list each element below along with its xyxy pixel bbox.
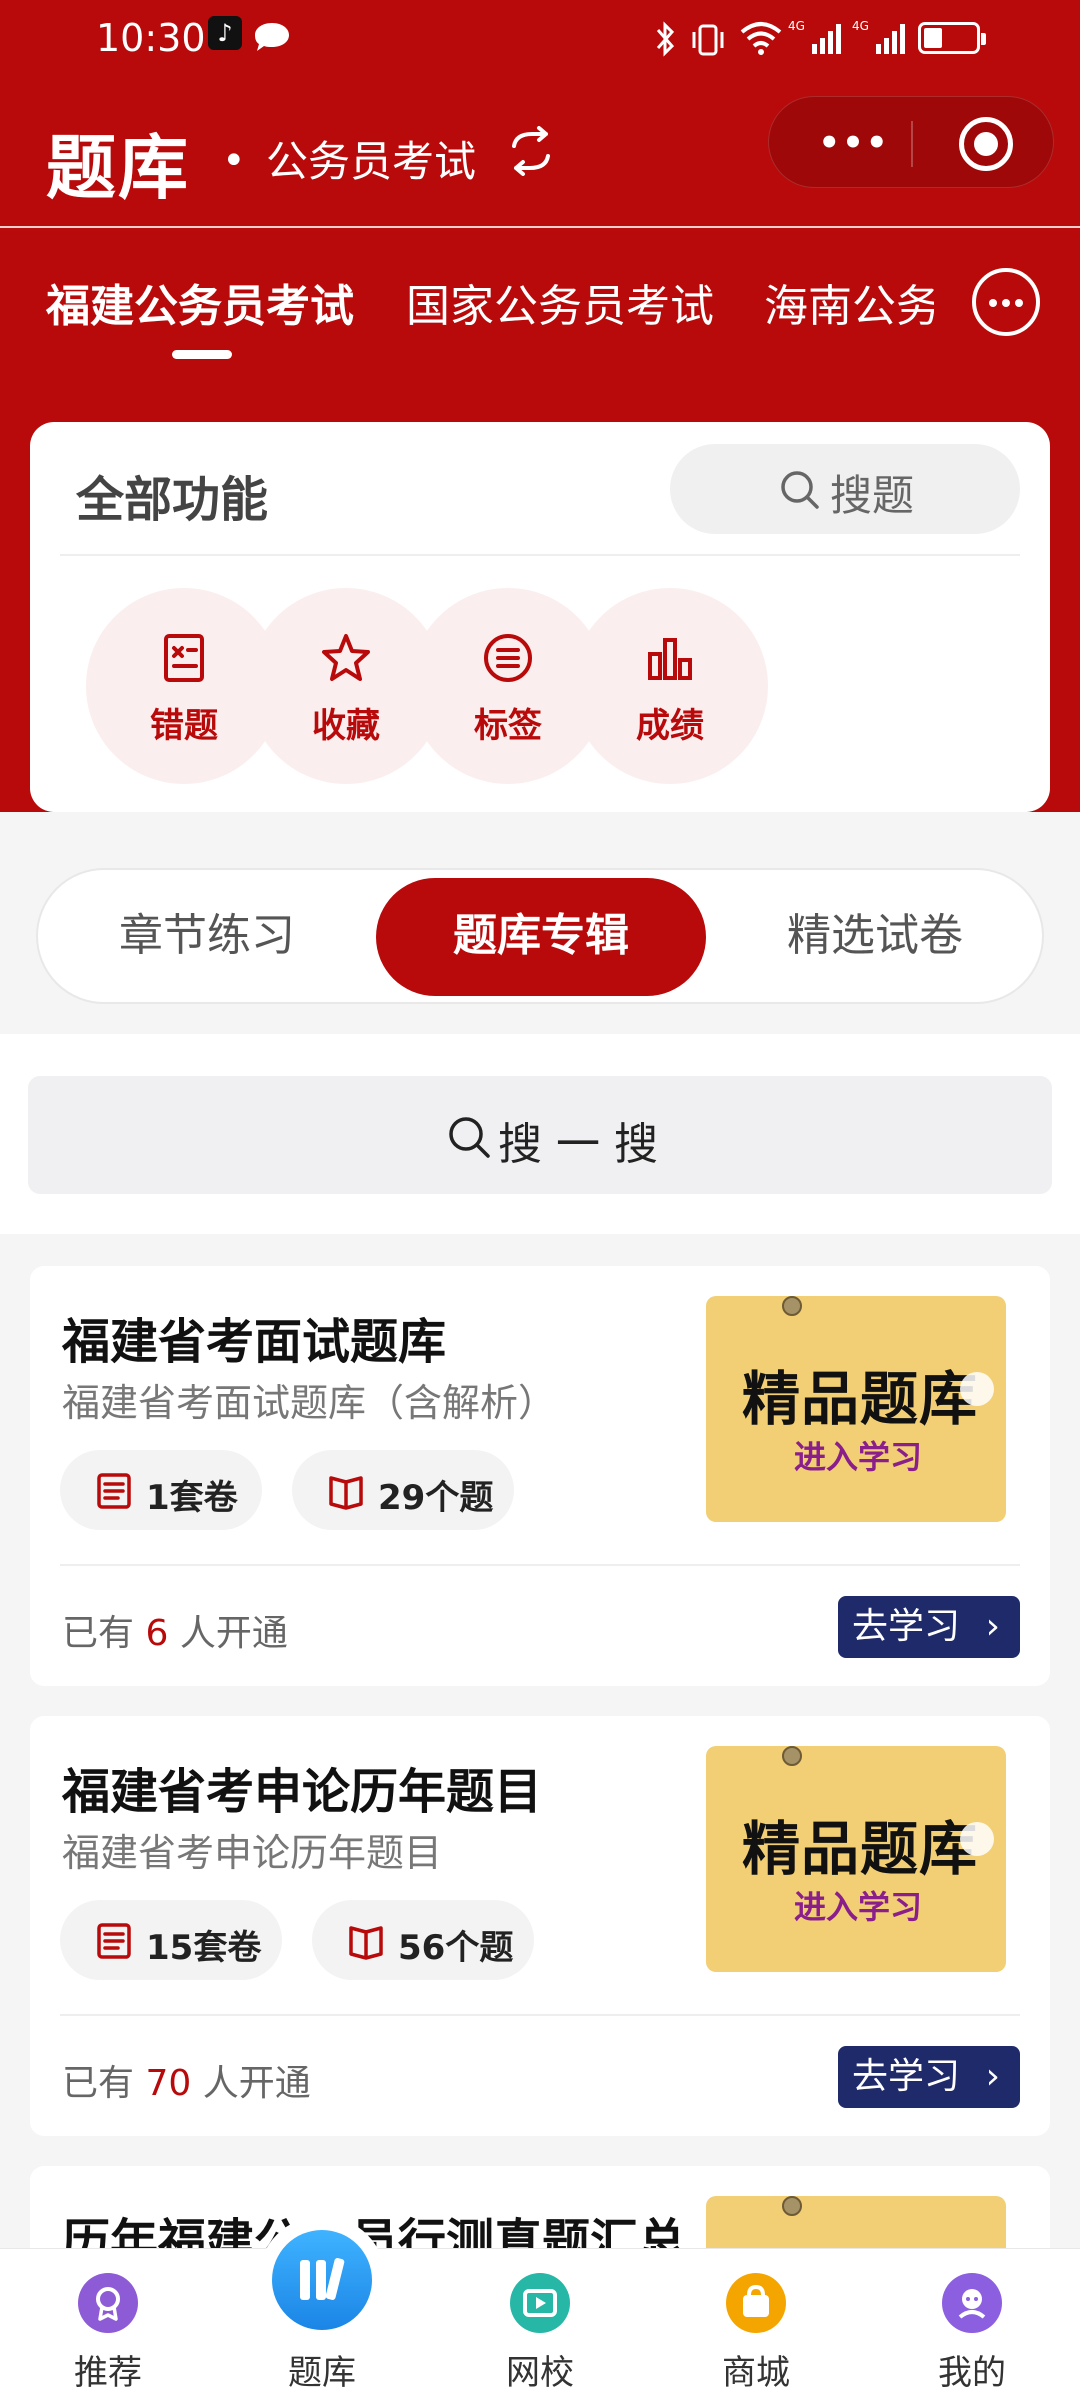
nav-mall[interactable]: 商城	[686, 2249, 826, 2400]
shopping-bag-icon	[726, 2273, 786, 2333]
paper-count-chip: 1套卷	[60, 1450, 262, 1530]
pin-icon	[782, 1296, 802, 1316]
tab-hainan-exam-clip: 海南公务员考试	[764, 260, 934, 340]
question-bank-icon[interactable]	[272, 2230, 372, 2330]
paper-count: 15套卷	[146, 1928, 262, 1968]
card-divider	[60, 1564, 1020, 1566]
header-divider	[0, 226, 1080, 228]
more-tabs-button[interactable]	[972, 268, 1040, 336]
nav-online-school-label: 网校	[506, 2353, 574, 2393]
swirl-icon	[960, 1372, 994, 1406]
course-thumbnail: 精品题库 进入学习	[706, 1296, 1006, 1522]
search-placeholder: 搜一搜	[498, 1119, 672, 1170]
tab-hainan-exam[interactable]: 海南公务员考试	[764, 270, 934, 334]
signal-4g-icon: 4G	[788, 19, 841, 54]
start-learning-button[interactable]: 去学习 ›	[838, 2046, 1020, 2108]
svg-text:4G: 4G	[852, 19, 869, 33]
nav-profile-label: 我的	[938, 2353, 1006, 2393]
card-divider	[60, 2014, 1020, 2016]
question-search-button[interactable]: 搜题	[670, 444, 1020, 534]
functions-title: 全部功能	[76, 472, 269, 528]
bluetooth-icon	[656, 21, 675, 57]
active-tab-indicator	[172, 350, 232, 359]
functions-divider	[60, 554, 1020, 556]
scores-button[interactable]: 成绩	[572, 588, 768, 784]
thumbnail-subtitle: 进入学习	[794, 1438, 923, 1476]
question-count: 29个题	[378, 1478, 494, 1518]
nav-question-bank-label: 题库	[288, 2353, 356, 2393]
pin-icon	[782, 1746, 802, 1766]
title-separator: •	[222, 138, 246, 184]
book-icon	[349, 1926, 383, 1960]
nav-recommend-label: 推荐	[74, 2353, 142, 2393]
start-learning-button[interactable]: 去学习 ›	[838, 1596, 1020, 1658]
status-bar: 10:30 ♪ 4G 4G	[0, 0, 1080, 80]
exam-category-switch[interactable]: 公务员考试	[266, 128, 476, 189]
paper-count-chip: 15套卷	[60, 1900, 282, 1980]
course-title: 福建省考面试题库	[62, 1314, 447, 1370]
all-functions-card: 全部功能 搜题 错题 收藏 标签 成绩	[30, 422, 1050, 812]
bottom-navigation: 推荐 题库 网校 商城 我的	[0, 2248, 1080, 2400]
course-title: 福建省考申论历年题目	[62, 1764, 543, 1820]
star-icon	[322, 634, 370, 681]
thumbnail-title: 精品题库	[742, 1365, 979, 1433]
close-mini-program-button[interactable]	[959, 117, 1013, 171]
paper-icon	[97, 1923, 131, 1959]
course-subtitle: 福建省考申论历年题目	[62, 1831, 443, 1875]
question-count-chip: 29个题	[292, 1450, 514, 1530]
nav-mall-label: 商城	[722, 2353, 790, 2393]
thumbnail-subtitle: 进入学习	[794, 1888, 923, 1926]
enrolled-count: 已有 6 人开通	[62, 1613, 288, 1654]
segment-question-collection[interactable]: 题库专辑	[376, 870, 706, 1002]
paper-count: 1套卷	[146, 1478, 238, 1518]
message-icon	[255, 23, 289, 51]
paper-icon	[97, 1473, 131, 1509]
question-count-chip: 56个题	[312, 1900, 534, 1980]
swirl-icon	[960, 1822, 994, 1856]
user-icon	[942, 2273, 1002, 2333]
question-search-label: 搜题	[830, 471, 915, 520]
segment-chapter-practice[interactable]: 章节练习	[38, 870, 376, 1002]
nav-online-school[interactable]: 网校	[470, 2249, 610, 2400]
page-title: 题库	[46, 127, 190, 209]
enrolled-count: 已有 70 人开通	[62, 2063, 311, 2104]
book-icon	[329, 1476, 363, 1510]
more-options-button[interactable]: •••	[809, 119, 899, 167]
pin-icon	[782, 2196, 802, 2216]
wrong-questions-icon	[164, 634, 204, 682]
search-input[interactable]: 搜一搜	[28, 1076, 1052, 1194]
tag-list-icon	[484, 634, 532, 682]
status-time: 10:30	[96, 16, 206, 60]
nav-recommend[interactable]: 推荐	[38, 2249, 178, 2400]
course-thumbnail: 精品题库 进入学习	[706, 1746, 1006, 1972]
practice-mode-segment: 章节练习 题库专辑 精选试卷	[36, 868, 1044, 1004]
course-subtitle: 福建省考面试题库（含解析）	[62, 1381, 557, 1425]
video-play-icon	[510, 2273, 570, 2333]
question-count: 56个题	[398, 1928, 514, 1968]
search-icon	[449, 1117, 490, 1158]
segment-selected-papers[interactable]: 精选试卷	[706, 870, 1044, 1002]
signal-4g-2-icon: 4G	[852, 19, 905, 54]
scores-label: 成绩	[636, 706, 704, 746]
bar-chart-icon	[648, 638, 692, 680]
tiktok-icon: ♪	[208, 16, 242, 50]
nav-profile[interactable]: 我的	[902, 2249, 1042, 2400]
tab-national-exam[interactable]: 国家公务员考试	[406, 270, 714, 334]
battery-icon	[918, 22, 986, 54]
svg-text:4G: 4G	[788, 19, 805, 33]
course-card[interactable]: 福建省考面试题库 福建省考面试题库（含解析） 1套卷 29个题 已有 6 人开通…	[30, 1266, 1050, 1686]
search-icon	[781, 471, 819, 509]
thumbnail-title: 精品题库	[742, 1815, 979, 1883]
course-card[interactable]: 福建省考申论历年题目 福建省考申论历年题目 15套卷 56个题 已有 70 人开…	[30, 1716, 1050, 2136]
award-icon	[78, 2273, 138, 2333]
vibrate-icon	[692, 24, 724, 56]
mini-program-capsule: •••	[768, 96, 1054, 188]
wifi-icon	[740, 22, 782, 55]
switch-icon[interactable]	[506, 126, 556, 176]
chevron-right-icon: ›	[985, 1606, 1000, 1647]
chevron-right-icon: ›	[985, 2056, 1000, 2097]
tab-fujian-exam[interactable]: 福建公务员考试	[46, 270, 354, 334]
